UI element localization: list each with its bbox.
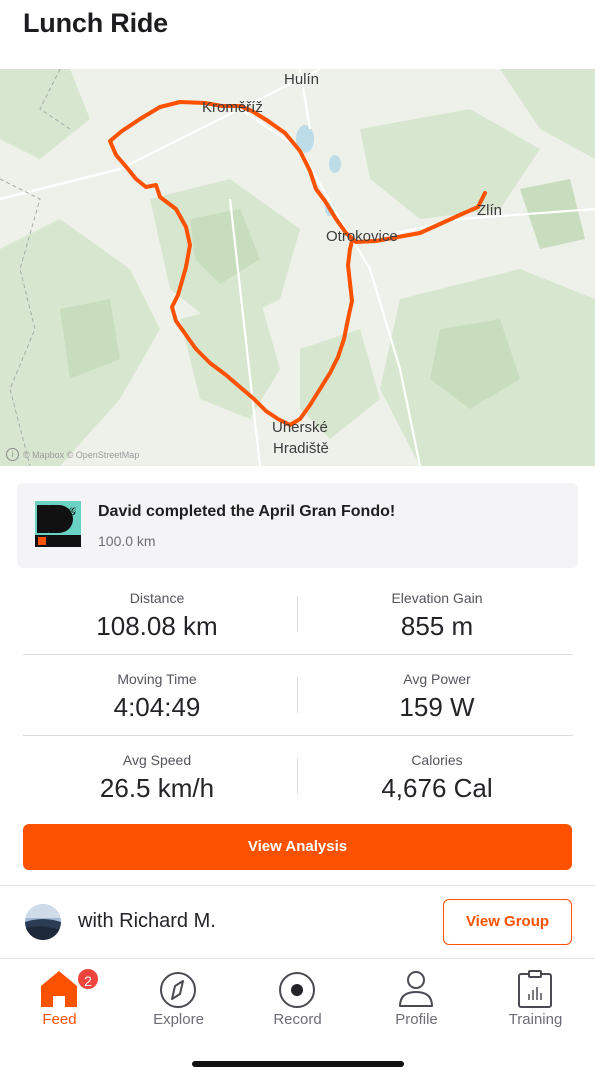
stat-divider	[297, 596, 298, 632]
compass-icon	[158, 966, 198, 1008]
challenge-badge-icon: 𝒢	[35, 501, 81, 547]
tab-label: Feed	[42, 1011, 77, 1028]
tab-label: Profile	[395, 1011, 438, 1028]
distance-label: Distance	[129, 590, 185, 606]
map-label-hradiste: Hradiště	[273, 440, 329, 457]
group-members-text[interactable]: with Richard M.	[78, 910, 216, 933]
home-icon	[39, 966, 79, 1008]
map-label-uherske: Uherské	[272, 419, 328, 436]
avg-speed-label: Avg Speed	[122, 752, 192, 768]
row-divider	[23, 654, 573, 655]
moving-time-label: Moving Time	[117, 671, 197, 687]
avatar[interactable]	[25, 904, 61, 940]
tabbar-divider	[0, 958, 595, 959]
stat-divider	[297, 677, 298, 713]
elevation-value: 855 m	[400, 611, 474, 641]
notification-badge: 2	[76, 967, 100, 991]
view-analysis-button[interactable]: View Analysis	[23, 824, 572, 870]
calories-value: 4,676 Cal	[381, 773, 493, 803]
challenge-distance: 100.0 km	[98, 533, 156, 549]
moving-time-value: 4:04:49	[113, 692, 201, 722]
attribution-text: © Mapbox © OpenStreetMap	[23, 449, 140, 460]
map-attribution[interactable]: i © Mapbox © OpenStreetMap	[6, 448, 139, 461]
map-label-hulin: Hulín	[284, 71, 320, 88]
challenge-card[interactable]: 𝒢 David completed the April Gran Fondo! …	[17, 483, 578, 568]
tab-label: Explore	[153, 1011, 204, 1028]
record-icon	[277, 966, 317, 1008]
svg-text:𝒢: 𝒢	[69, 507, 76, 518]
calories-label: Calories	[411, 752, 463, 768]
info-icon[interactable]: i	[6, 448, 19, 461]
avg-speed-value: 26.5 km/h	[99, 773, 215, 803]
avg-power-value: 159 W	[399, 692, 475, 722]
route-map[interactable]: Hulín Kroměříž Zlín Otrokovice Uherské H…	[0, 69, 595, 466]
challenge-title: David completed the April Gran Fondo!	[98, 503, 396, 520]
training-icon	[515, 966, 555, 1008]
section-divider	[0, 885, 595, 886]
elevation-label: Elevation Gain	[391, 590, 483, 606]
page-title: Lunch Ride	[23, 8, 168, 38]
distance-value: 108.08 km	[96, 611, 218, 641]
home-indicator[interactable]	[192, 1061, 404, 1067]
stat-divider	[297, 758, 298, 794]
tab-label: Record	[273, 1011, 322, 1028]
tab-label: Training	[508, 1011, 563, 1028]
avg-power-label: Avg Power	[403, 671, 471, 687]
row-divider	[23, 735, 573, 736]
map-label-kromeriz: Kroměříž	[202, 99, 263, 116]
profile-icon	[396, 966, 436, 1008]
map-label-otrokovice: Otrokovice	[326, 228, 398, 245]
map-label-zlin: Zlín	[477, 202, 503, 219]
view-group-button[interactable]: View Group	[443, 899, 572, 945]
